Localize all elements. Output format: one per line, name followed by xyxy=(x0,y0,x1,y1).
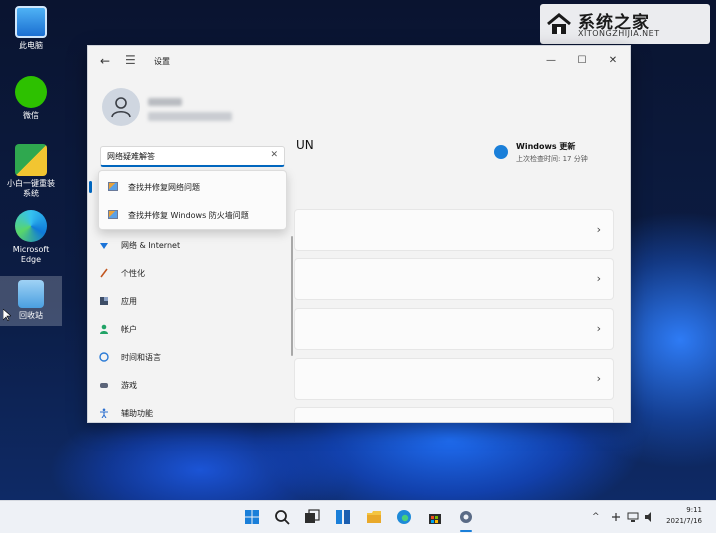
avatar[interactable] xyxy=(102,88,140,126)
nav-network[interactable]: 网络 & Internet xyxy=(96,234,286,256)
update-subtitle: 上次检查时间: 17 分钟 xyxy=(516,155,588,163)
selection-indicator xyxy=(89,181,92,193)
globe-clock-icon xyxy=(99,352,109,362)
account-name-blurred xyxy=(148,98,182,106)
watermark-logo: 系统之家 XITONGZHIJIA.NET xyxy=(540,4,710,44)
chevron-right-icon: › xyxy=(596,372,601,385)
chevron-up-icon[interactable]: ^ xyxy=(592,512,600,522)
settings-card[interactable]: › xyxy=(294,358,614,400)
widgets-icon[interactable] xyxy=(335,509,351,525)
nav-gaming[interactable]: 游戏 xyxy=(96,374,286,396)
troubleshooter-icon xyxy=(108,210,118,219)
page-heading-fragment: UN xyxy=(296,138,314,152)
clear-search-icon[interactable]: ✕ xyxy=(270,150,278,160)
wifi-icon xyxy=(100,243,108,249)
settings-search-input[interactable]: 网络疑难解答 ✕ xyxy=(100,146,285,167)
desktop-icon-label: 微信 xyxy=(23,111,39,120)
gamepad-icon xyxy=(100,383,108,388)
watermark-url: XITONGZHIJIA.NET xyxy=(578,29,660,38)
desktop-icon-label-line1: Microsoft xyxy=(12,245,50,254)
clock[interactable]: 9:11 2021/7/16 xyxy=(666,505,702,527)
desktop-icon-wechat[interactable]: 微信 xyxy=(0,76,62,121)
desktop-icon-label-line2: 系统 xyxy=(23,189,39,198)
brush-icon xyxy=(100,268,108,278)
network-icon[interactable] xyxy=(627,511,639,523)
account-email-blurred xyxy=(148,112,232,121)
store-icon[interactable] xyxy=(427,509,443,525)
maximize-button[interactable]: ☐ xyxy=(567,51,597,71)
chevron-right-icon: › xyxy=(596,322,601,335)
taskbar: ^ 9:11 2021/7/16 xyxy=(0,500,716,533)
close-button[interactable]: ✕ xyxy=(598,51,628,71)
minimize-button[interactable]: — xyxy=(536,51,566,71)
search-suggestions: 查找并修复网络问题 查找并修复 Windows 防火墙问题 xyxy=(98,170,287,230)
sync-icon xyxy=(494,145,508,159)
apps-icon xyxy=(100,297,108,305)
settings-card[interactable]: › xyxy=(294,258,614,300)
desktop-icon-reinstall[interactable]: 小白一键重装 系统 xyxy=(0,144,62,199)
settings-window: ← ☰ 设置 — ☐ ✕ 网络疑难解答 ✕ 查找并修复网络问题 查找并修复 Wi… xyxy=(87,45,631,423)
monitor-icon xyxy=(15,6,47,38)
reinstall-tool-icon xyxy=(15,144,47,176)
recycle-bin-icon xyxy=(18,280,44,308)
nav-scrollbar[interactable] xyxy=(291,236,293,356)
desktop-icon-label: 此电脑 xyxy=(19,41,43,50)
settings-card[interactable] xyxy=(294,407,614,422)
volume-icon[interactable] xyxy=(644,511,656,523)
accessibility-icon xyxy=(100,408,108,418)
edge-browser-icon[interactable] xyxy=(396,509,412,525)
suggestion-fix-firewall[interactable]: 查找并修复 Windows 防火墙问题 xyxy=(99,202,286,228)
update-title: Windows 更新 xyxy=(516,142,576,151)
user-icon xyxy=(111,97,131,118)
windows-update-status[interactable]: Windows 更新 上次检查时间: 17 分钟 xyxy=(494,141,624,171)
settings-card[interactable]: › xyxy=(294,209,614,251)
edge-icon xyxy=(15,210,47,242)
window-title: 设置 xyxy=(154,57,170,66)
search-value: 网络疑难解答 xyxy=(107,152,155,161)
clock-time: 9:11 xyxy=(686,506,702,514)
title-bar: ← ☰ 设置 — ☐ ✕ xyxy=(88,46,630,76)
desktop-icon-this-pc[interactable]: 此电脑 xyxy=(0,6,62,51)
back-arrow-icon[interactable]: ← xyxy=(100,54,110,68)
clock-date: 2021/7/16 xyxy=(666,517,702,525)
settings-gear-icon[interactable] xyxy=(458,509,474,525)
start-windows-icon[interactable] xyxy=(244,509,260,525)
active-app-indicator xyxy=(460,530,472,532)
chevron-right-icon: › xyxy=(596,223,601,236)
house-logo-icon xyxy=(547,13,571,34)
troubleshooter-icon xyxy=(108,182,118,191)
nav-apps[interactable]: 应用 xyxy=(96,290,286,312)
search-icon[interactable] xyxy=(274,509,290,525)
nav-accessibility[interactable]: 辅助功能 xyxy=(96,402,286,422)
account-icon xyxy=(100,324,108,334)
file-explorer-icon[interactable] xyxy=(366,509,382,525)
mouse-cursor-icon xyxy=(3,309,11,321)
hamburger-menu-icon[interactable]: ☰ xyxy=(125,53,136,67)
desktop-icon-edge[interactable]: Microsoft Edge xyxy=(0,210,62,265)
chevron-right-icon: › xyxy=(596,272,601,285)
suggestion-fix-network[interactable]: 查找并修复网络问题 xyxy=(99,174,286,200)
wechat-icon xyxy=(15,76,47,108)
settings-card[interactable]: › xyxy=(294,308,614,350)
desktop-icon-label-line1: 小白一键重装 xyxy=(7,179,55,188)
nav-personalization[interactable]: 个性化 xyxy=(96,262,286,284)
nav-accounts[interactable]: 帐户 xyxy=(96,318,286,340)
task-view-icon[interactable] xyxy=(304,509,320,525)
input-method-icon[interactable] xyxy=(611,512,621,522)
nav-time-language[interactable]: 时间和语言 xyxy=(96,346,286,368)
desktop-icon-label-line2: Edge xyxy=(20,255,42,264)
